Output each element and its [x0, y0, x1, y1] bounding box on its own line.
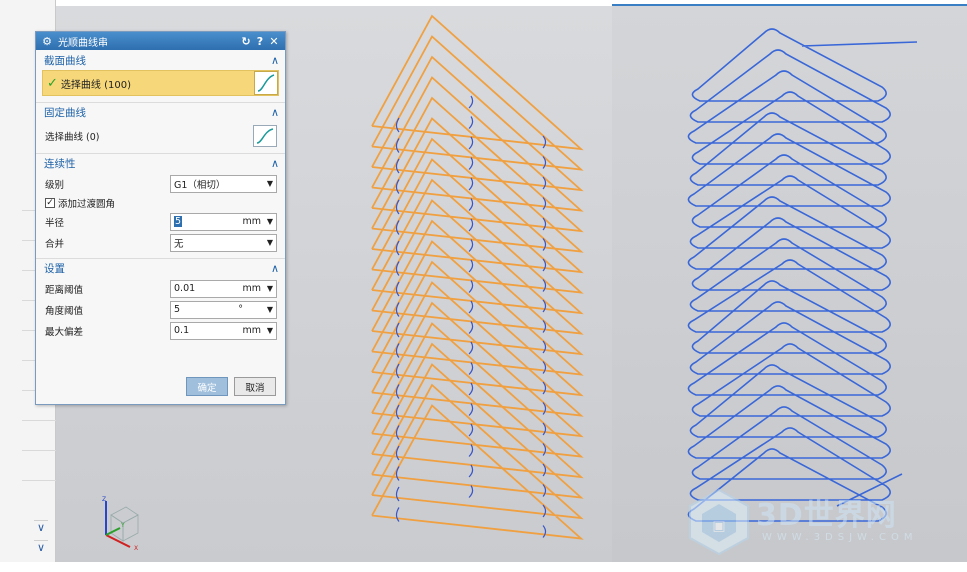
chevron-up-icon[interactable]: ∧ — [271, 262, 279, 275]
curve-select-icon[interactable] — [254, 71, 278, 95]
chevron-down-icon[interactable]: ▼ — [267, 238, 273, 247]
distance-label: 距离阈值 — [45, 284, 84, 296]
merge-value: 无 — [174, 238, 184, 250]
graphics-viewport-smoothed[interactable] — [612, 4, 967, 562]
fixed-curves-header[interactable]: 固定曲线 ∧ — [36, 102, 285, 122]
chevron-up-icon[interactable]: ∧ — [271, 54, 279, 67]
select-fixed-curves-label: 选择曲线 (0) — [45, 132, 100, 143]
ok-button[interactable]: 确定 — [186, 377, 228, 396]
triad-x-label: X — [134, 545, 138, 551]
deviation-unit: mm — [242, 325, 261, 336]
distance-input[interactable]: 0.01 mm ▼ — [170, 279, 277, 298]
curve-select-icon[interactable] — [253, 125, 277, 147]
merge-row: 合并 无 ▼ — [36, 232, 285, 253]
angle-row: 角度阈值 5 ° ▼ — [36, 299, 285, 320]
level-select[interactable]: G1（相切） ▼ — [170, 174, 277, 193]
smoothed-curves-drawing — [687, 28, 918, 522]
watermark-brand: 3D世界网 — [756, 498, 897, 533]
chevron-up-icon[interactable]: ∧ — [271, 106, 279, 119]
chevron-down-icon[interactable]: ∨ — [34, 540, 48, 554]
divider — [22, 420, 56, 421]
deviation-row: 最大偏差 0.1 mm ▼ — [36, 320, 285, 341]
angle-unit: ° — [238, 304, 243, 315]
check-icon: ✓ — [47, 75, 58, 91]
angle-input[interactable]: 5 ° ▼ — [170, 300, 277, 319]
chevron-down-icon[interactable]: ▼ — [267, 326, 273, 335]
select-section-curves-row[interactable]: ✓ 选择曲线 (100) — [42, 70, 279, 96]
gear-icon[interactable]: ⚙ — [40, 35, 54, 48]
chevron-down-icon[interactable]: ▼ — [267, 217, 273, 226]
section-curves-header[interactable]: 截面曲线 ∧ — [36, 50, 285, 70]
divider — [22, 450, 56, 451]
smooth-curve-string-dialog: ⚙ 光顺曲线串 ↻ ? ✕ 截面曲线 ∧ ✓ 选择曲线 (100) 固定曲线 ∧… — [35, 31, 286, 405]
chevron-down-icon[interactable]: ▼ — [267, 284, 273, 293]
watermark-url: WWW.3DSJW.COM — [762, 532, 918, 543]
close-icon[interactable]: ✕ — [267, 35, 281, 48]
chevron-down-icon[interactable]: ▼ — [267, 305, 273, 314]
distance-row: 距离阈值 0.01 mm ▼ — [36, 278, 285, 299]
original-curve-strings — [371, 14, 584, 540]
svg-text:▣: ▣ — [712, 518, 725, 534]
help-icon[interactable]: ? — [253, 35, 267, 48]
select-fixed-curves-row[interactable]: 选择曲线 (0) — [36, 122, 285, 150]
level-value: G1（相切） — [174, 179, 226, 191]
fixed-curves-title: 固定曲线 — [44, 107, 86, 119]
fillet-checkbox[interactable]: ✓ — [45, 197, 55, 208]
radius-value-text: 5 — [174, 216, 183, 227]
radius-input[interactable]: 5 mm ▼ — [170, 212, 277, 231]
angle-label: 角度阈值 — [45, 305, 84, 317]
deviation-input[interactable]: 0.1 mm ▼ — [170, 321, 277, 340]
select-section-curves-label: 选择曲线 (100) — [60, 79, 131, 91]
dialog-title: 光顺曲线串 — [58, 37, 108, 49]
continuity-title: 连续性 — [44, 158, 76, 170]
chevron-up-icon[interactable]: ∧ — [271, 157, 279, 170]
settings-header[interactable]: 设置 ∧ — [36, 258, 285, 278]
level-row: 级别 G1（相切） ▼ — [36, 173, 285, 194]
reset-icon[interactable]: ↻ — [239, 35, 253, 48]
fillet-row[interactable]: ✓ 添加过渡圆角 — [36, 194, 285, 211]
radius-value[interactable]: 5 — [174, 216, 242, 227]
settings-title: 设置 — [44, 263, 65, 275]
angle-value[interactable]: 5 — [174, 304, 238, 315]
chevron-down-icon[interactable]: ∨ — [34, 520, 48, 534]
deviation-label: 最大偏差 — [45, 326, 84, 338]
merge-label: 合并 — [45, 238, 65, 250]
dialog-titlebar[interactable]: ⚙ 光顺曲线串 ↻ ? ✕ — [36, 32, 285, 50]
distance-unit: mm — [242, 283, 261, 294]
divider — [22, 480, 56, 481]
section-curves-title: 截面曲线 — [44, 54, 86, 67]
radius-label: 半径 — [45, 217, 65, 229]
triad-z-label: Z — [102, 496, 106, 503]
distance-value[interactable]: 0.01 — [174, 283, 242, 294]
triad-y-label: Y — [120, 522, 125, 529]
watermark-logo: ▣ — [689, 488, 749, 556]
deviation-value[interactable]: 0.1 — [174, 325, 242, 336]
dialog-button-bar: 确定 取消 — [186, 377, 276, 396]
radius-unit: mm — [242, 216, 261, 227]
smoothed-curve-strings — [687, 28, 918, 522]
continuity-header[interactable]: 连续性 ∧ — [36, 153, 285, 173]
level-label: 级别 — [45, 179, 65, 191]
chevron-down-icon[interactable]: ▼ — [267, 179, 273, 188]
radius-row: 半径 5 mm ▼ — [36, 211, 285, 232]
coordinate-triad: Z X Y — [102, 496, 139, 551]
fillet-label: 添加过渡圆角 — [58, 198, 116, 210]
cancel-button[interactable]: 取消 — [234, 377, 276, 396]
merge-select[interactable]: 无 ▼ — [170, 233, 277, 252]
watermark: ▣ 3D世界网 WWW.3DSJW.COM — [684, 488, 954, 558]
